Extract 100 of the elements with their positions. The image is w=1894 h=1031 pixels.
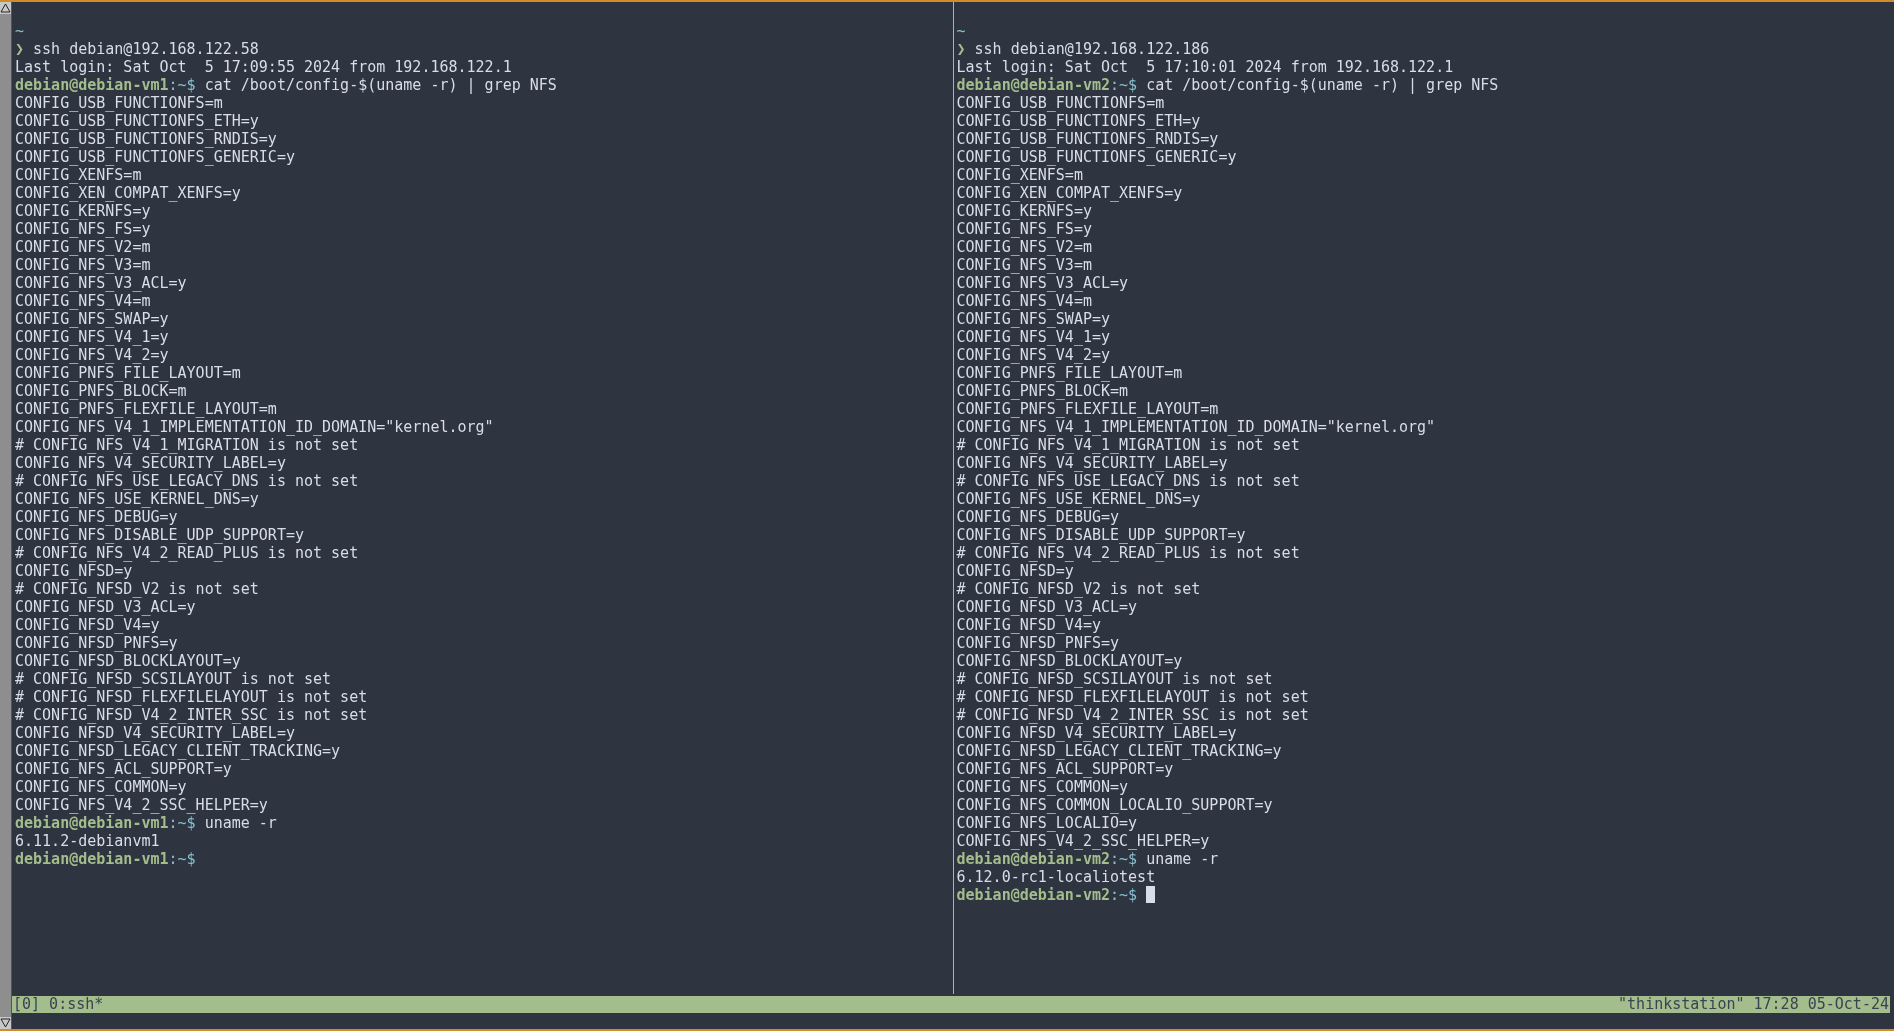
output-line: # CONFIG_NFS_V4_1_MIGRATION is not set xyxy=(956,436,1300,454)
output-line: CONFIG_NFS_SWAP=y xyxy=(15,310,169,328)
directory-line: ~ xyxy=(956,22,966,40)
output-line: CONFIG_NFSD_LEGACY_CLIENT_TRACKING=y xyxy=(15,742,341,760)
output-line: CONFIG_USB_FUNCTIONFS=m xyxy=(956,94,1165,112)
output-line: CONFIG_NFS_V3_ACL=y xyxy=(15,274,187,292)
output-line: CONFIG_NFS_DISABLE_UDP_SUPPORT=y xyxy=(956,526,1246,544)
output-line: CONFIG_XEN_COMPAT_XENFS=y xyxy=(956,184,1183,202)
output-line: # CONFIG_NFSD_SCSILAYOUT is not set xyxy=(15,670,332,688)
prompt-line: debian@debian-vm2:~$ cat /boot/config-$(uname -r) | grep NFS xyxy=(956,76,1499,94)
output-line: CONFIG_NFSD_BLOCKLAYOUT=y xyxy=(15,652,241,670)
output-line: CONFIG_NFSD_V4=y xyxy=(956,616,1101,634)
output-line: CONFIG_XENFS=m xyxy=(15,166,142,184)
output-line: # CONFIG_NFS_V4_1_MIGRATION is not set xyxy=(15,436,359,454)
output-line: CONFIG_NFS_FS=y xyxy=(15,220,151,238)
output-line: CONFIG_NFSD_BLOCKLAYOUT=y xyxy=(956,652,1183,670)
output-line: # CONFIG_NFS_V4_2_READ_PLUS is not set xyxy=(956,544,1300,562)
output-line: CONFIG_KERNFS=y xyxy=(956,202,1092,220)
output-line: CONFIG_NFS_ACL_SUPPORT=y xyxy=(15,760,232,778)
output-line: CONFIG_NFSD_V3_ACL=y xyxy=(15,598,196,616)
output-line: CONFIG_NFS_V4_SECURITY_LABEL=y xyxy=(15,454,286,472)
output-line: CONFIG_NFS_V4_1_IMPLEMENTATION_ID_DOMAIN="kernel.org" xyxy=(15,418,494,436)
output-line: CONFIG_NFS_ACL_SUPPORT=y xyxy=(956,760,1174,778)
output-line: CONFIG_NFS_COMMON=y xyxy=(956,778,1129,796)
output-line: CONFIG_NFS_V2=m xyxy=(956,238,1092,256)
output-line: CONFIG_NFS_V4_2=y xyxy=(15,346,169,364)
output-line: CONFIG_USB_FUNCTIONFS_ETH=y xyxy=(956,112,1201,130)
output-line: 6.12.0-rc1-localiotest xyxy=(956,868,1156,886)
output-line: CONFIG_NFS_DISABLE_UDP_SUPPORT=y xyxy=(15,526,304,544)
output-line: CONFIG_NFS_V4=m xyxy=(15,292,151,310)
prompt-line: debian@debian-vm2:~$ uname -r xyxy=(956,850,1219,868)
command-line: ❯ ssh debian@192.168.122.58 xyxy=(15,40,259,58)
output-line: CONFIG_NFS_V4_1=y xyxy=(956,328,1111,346)
window-list: [0] 0:ssh* xyxy=(13,996,104,1013)
output-line: CONFIG_USB_FUNCTIONFS_RNDIS=y xyxy=(15,130,277,148)
scrollbar[interactable] xyxy=(0,2,12,1029)
output-line: # CONFIG_NFSD_FLEXFILELAYOUT is not set xyxy=(956,688,1309,706)
output-line: # CONFIG_NFSD_FLEXFILELAYOUT is not set xyxy=(15,688,368,706)
output-line: CONFIG_PNFS_BLOCK=m xyxy=(956,382,1129,400)
output-line: CONFIG_NFS_DEBUG=y xyxy=(956,508,1120,526)
prompt-line: debian@debian-vm1:~$ cat /boot/config-$(uname -r) | grep NFS xyxy=(15,76,557,94)
prompt-line: debian@debian-vm1:~$ uname -r xyxy=(15,814,277,832)
output-line: CONFIG_NFS_USE_KERNEL_DNS=y xyxy=(956,490,1201,508)
output-line: # CONFIG_NFSD_V2 is not set xyxy=(15,580,259,598)
output-line: CONFIG_PNFS_FLEXFILE_LAYOUT=m xyxy=(956,400,1219,418)
output-line: CONFIG_NFSD_V4_SECURITY_LABEL=y xyxy=(956,724,1237,742)
output-line: CONFIG_NFS_USE_KERNEL_DNS=y xyxy=(15,490,259,508)
output-line: CONFIG_USB_FUNCTIONFS=m xyxy=(15,94,223,112)
output-line: CONFIG_USB_FUNCTIONFS_GENERIC=y xyxy=(15,148,295,166)
output-line: CONFIG_NFS_V3_ACL=y xyxy=(956,274,1129,292)
output-line: CONFIG_NFSD=y xyxy=(956,562,1074,580)
output-line: CONFIG_NFS_DEBUG=y xyxy=(15,508,178,526)
output-line: CONFIG_PNFS_BLOCK=m xyxy=(15,382,187,400)
output-line: CONFIG_NFS_FS=y xyxy=(956,220,1092,238)
command-line: ❯ ssh debian@192.168.122.186 xyxy=(956,40,1210,58)
output-line: CONFIG_NFS_V3=m xyxy=(15,256,151,274)
output-line: Last login: Sat Oct 5 17:10:01 2024 from 192.168.122.1 xyxy=(956,58,1454,76)
output-line: CONFIG_NFSD=y xyxy=(15,562,133,580)
output-line: CONFIG_NFSD_PNFS=y xyxy=(956,634,1120,652)
output-line: CONFIG_NFS_V4=m xyxy=(956,292,1092,310)
prompt-line: debian@debian-vm2:~$ xyxy=(956,886,1138,904)
host-clock: "thinkstation" 17:28 05-Oct-24 xyxy=(1618,996,1889,1013)
output-line: 6.11.2-debianvm1 xyxy=(15,832,160,850)
output-line: CONFIG_XENFS=m xyxy=(956,166,1083,184)
output-line: CONFIG_XEN_COMPAT_XENFS=y xyxy=(15,184,241,202)
output-line: CONFIG_USB_FUNCTIONFS_RNDIS=y xyxy=(956,130,1219,148)
output-line: # CONFIG_NFS_USE_LEGACY_DNS is not set xyxy=(956,472,1300,490)
output-line: CONFIG_KERNFS=y xyxy=(15,202,151,220)
output-line: # CONFIG_NFSD_SCSILAYOUT is not set xyxy=(956,670,1273,688)
output-line: CONFIG_PNFS_FILE_LAYOUT=m xyxy=(15,364,241,382)
output-line: CONFIG_NFS_SWAP=y xyxy=(956,310,1111,328)
down-arrow-icon[interactable] xyxy=(0,1017,11,1029)
output-line: CONFIG_NFSD_LEGACY_CLIENT_TRACKING=y xyxy=(956,742,1282,760)
output-line: CONFIG_NFS_COMMON=y xyxy=(15,778,187,796)
output-line: Last login: Sat Oct 5 17:09:55 2024 from 192.168.122.1 xyxy=(15,58,512,76)
output-line: CONFIG_NFS_V4_2_SSC_HELPER=y xyxy=(956,832,1210,850)
output-line: CONFIG_NFS_LOCALIO=y xyxy=(956,814,1138,832)
output-line: # CONFIG_NFSD_V2 is not set xyxy=(956,580,1201,598)
output-line: CONFIG_USB_FUNCTIONFS_ETH=y xyxy=(15,112,259,130)
output-line: # CONFIG_NFS_USE_LEGACY_DNS is not set xyxy=(15,472,359,490)
output-line: CONFIG_NFS_V3=m xyxy=(956,256,1092,274)
output-line: CONFIG_NFSD_V4=y xyxy=(15,616,160,634)
output-line: CONFIG_NFS_V4_SECURITY_LABEL=y xyxy=(956,454,1228,472)
output-line: CONFIG_PNFS_FILE_LAYOUT=m xyxy=(956,364,1183,382)
prompt-line: debian@debian-vm1:~$ xyxy=(15,850,196,868)
output-line: # CONFIG_NFS_V4_2_READ_PLUS is not set xyxy=(15,544,359,562)
output-line: CONFIG_NFS_COMMON_LOCALIO_SUPPORT=y xyxy=(956,796,1273,814)
output-line: CONFIG_NFSD_PNFS=y xyxy=(15,634,178,652)
output-line: CONFIG_NFSD_V4_SECURITY_LABEL=y xyxy=(15,724,295,742)
output-line: # CONFIG_NFSD_V4_2_INTER_SSC is not set xyxy=(15,706,368,724)
up-arrow-icon[interactable] xyxy=(0,2,11,14)
output-line: # CONFIG_NFSD_V4_2_INTER_SSC is not set xyxy=(956,706,1309,724)
output-line: CONFIG_NFSD_V3_ACL=y xyxy=(956,598,1138,616)
output-line: CONFIG_NFS_V4_2_SSC_HELPER=y xyxy=(15,796,268,814)
output-line: CONFIG_NFS_V4_1=y xyxy=(15,328,169,346)
output-line: CONFIG_NFS_V4_1_IMPLEMENTATION_ID_DOMAIN="kernel.org" xyxy=(956,418,1436,436)
directory-line: ~ xyxy=(15,22,25,40)
output-line: CONFIG_PNFS_FLEXFILE_LAYOUT=m xyxy=(15,400,277,418)
output-line: CONFIG_NFS_V2=m xyxy=(15,238,151,256)
output-line: CONFIG_NFS_V4_2=y xyxy=(956,346,1111,364)
